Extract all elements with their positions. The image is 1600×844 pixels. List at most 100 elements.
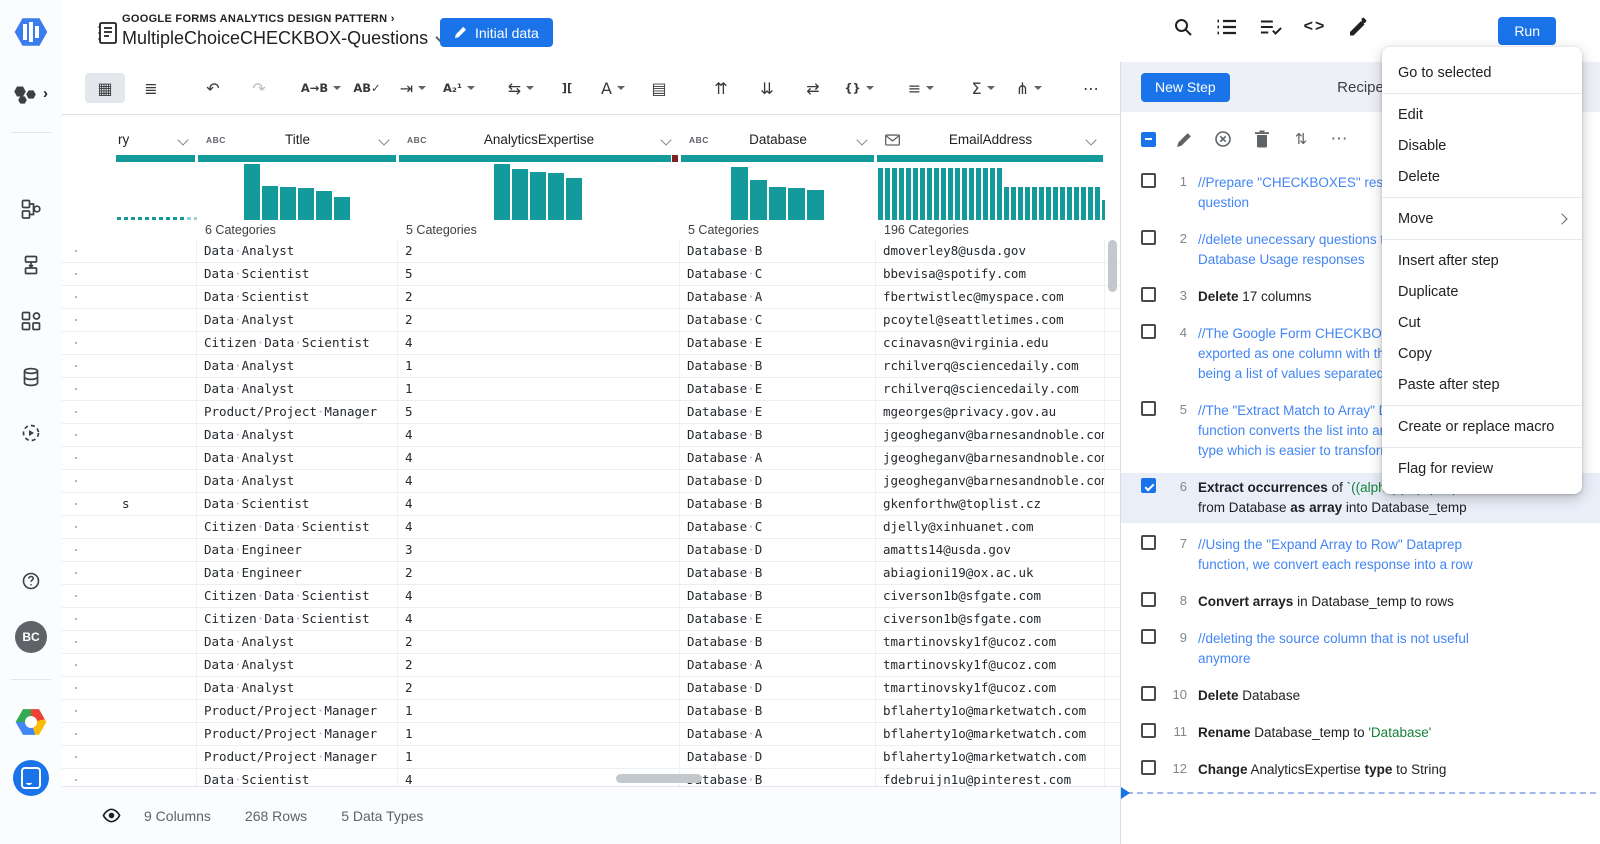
menu-item-flag-for-review[interactable]: Flag for review (1382, 453, 1582, 484)
histogram-bar[interactable] (934, 168, 939, 220)
histogram-bar[interactable] (1025, 187, 1030, 220)
flow-view-nav-icon[interactable] (0, 181, 62, 237)
step-text[interactable]: Convert arrays in Database_temp to rows (1198, 592, 1592, 612)
recipe-step-10[interactable]: 10Delete Database (1121, 681, 1600, 711)
cell-title[interactable]: Data·Analyst (197, 240, 398, 262)
histogram-bar[interactable] (1046, 187, 1051, 220)
google-cloud-logo-icon[interactable] (0, 694, 62, 750)
histogram-bar[interactable] (750, 180, 767, 220)
cell-email[interactable]: abiagioni19@ox.ac.uk (876, 562, 1105, 584)
table-row[interactable]: Data·Analyst2Database·Dtmartinovsky1f@uc… (62, 677, 1120, 700)
cell-email[interactable]: dmoverley8@usda.gov (876, 240, 1105, 262)
table-row[interactable]: Data·Scientist2Database·Afbertwistlec@my… (62, 286, 1120, 309)
step-insertion-cursor[interactable] (1127, 792, 1596, 794)
histogram-bar[interactable] (1081, 187, 1086, 220)
cell-title[interactable]: Data·Scientist (197, 769, 398, 786)
histogram-bar[interactable] (1088, 187, 1093, 220)
histogram-bar[interactable] (1039, 187, 1044, 220)
plan-nav-icon[interactable] (0, 237, 62, 293)
histogram-bar[interactable] (1067, 187, 1072, 220)
histogram-bar[interactable] (878, 168, 883, 220)
step-checkbox[interactable] (1141, 535, 1156, 550)
cell-analytics[interactable]: 2 (398, 240, 680, 262)
cell-title[interactable]: Data·Analyst (197, 470, 398, 492)
join-button[interactable]: ⋔ (1009, 73, 1049, 103)
cell-analytics[interactable]: 4 (398, 332, 680, 354)
histogram-bar[interactable] (948, 168, 953, 220)
eyedropper-icon[interactable] (1348, 16, 1370, 38)
menu-item-disable[interactable]: Disable (1382, 130, 1582, 161)
more-step-actions-icon[interactable]: ⋯ (1329, 128, 1351, 150)
table-row[interactable]: Data·Analyst4Database·Djgeogheganv@barne… (62, 470, 1120, 493)
data-nav-icon[interactable] (0, 349, 62, 405)
cell-col0[interactable]: s (115, 493, 197, 515)
histogram-bar[interactable] (913, 168, 918, 220)
column-histogram[interactable] (398, 162, 680, 220)
cell-database[interactable]: Database·B (680, 240, 876, 262)
cell-col0[interactable] (115, 447, 197, 469)
histogram-bar[interactable] (807, 190, 824, 220)
histogram-bar[interactable] (262, 186, 278, 220)
histogram-bar[interactable] (1004, 187, 1009, 220)
cell-analytics[interactable]: 3 (398, 539, 680, 561)
step-checkbox[interactable] (1141, 401, 1156, 416)
cell-email[interactable]: gkenforthw@toplist.cz (876, 493, 1105, 515)
transpose-button[interactable]: ⇄ (793, 73, 833, 103)
cell-email[interactable]: mgeorges@privacy.gov.au (876, 401, 1105, 423)
cell-col0[interactable] (115, 286, 197, 308)
cell-col0[interactable] (115, 516, 197, 538)
menu-item-duplicate[interactable]: Duplicate (1382, 276, 1582, 307)
edit-step-icon[interactable] (1173, 128, 1195, 150)
cell-analytics[interactable]: 4 (398, 470, 680, 492)
cell-database[interactable]: Database·C (680, 516, 876, 538)
redo-button[interactable]: ↷ (239, 73, 279, 103)
cell-title[interactable]: Citizen·Data·Scientist (197, 516, 398, 538)
histogram-bar[interactable] (1018, 187, 1023, 220)
table-row[interactable]: Data·Analyst2Database·Atmartinovsky1f@uc… (62, 654, 1120, 677)
cell-col0[interactable] (115, 332, 197, 354)
cell-database[interactable]: Database·D (680, 677, 876, 699)
chat-support-icon[interactable] (0, 750, 62, 806)
histogram-bar[interactable] (145, 217, 149, 220)
histogram-bar[interactable] (1011, 187, 1016, 220)
table-row[interactable]: Product/Project·Manager1Database·Bbflahe… (62, 700, 1120, 723)
recipe-step-11[interactable]: 11Rename Database_temp to 'Database' (1121, 718, 1600, 748)
steps-check-icon[interactable] (1260, 16, 1282, 38)
menu-item-insert-after-step[interactable]: Insert after step (1382, 245, 1582, 276)
select-all-steps-checkbox[interactable] (1141, 132, 1156, 147)
cell-email[interactable]: jgeogheganv@barnesandnoble.com (876, 424, 1105, 446)
histogram-bar[interactable] (976, 168, 981, 220)
cell-database[interactable]: Database·B (680, 700, 876, 722)
menu-item-go-to-selected[interactable]: Go to selected (1382, 57, 1582, 88)
histogram-bar[interactable] (530, 172, 546, 220)
histogram-bar[interactable] (1060, 187, 1065, 220)
cell-col0[interactable] (115, 677, 197, 699)
cell-database[interactable]: Database·A (680, 723, 876, 745)
table-row[interactable]: Data·Scientist5Database·Cbbevisa@spotify… (62, 263, 1120, 286)
delete-step-icon[interactable] (1251, 128, 1273, 150)
cell-title[interactable]: Data·Analyst (197, 378, 398, 400)
step-checkbox[interactable] (1141, 686, 1156, 701)
cell-email[interactable]: tmartinovsky1f@ucoz.com (876, 677, 1105, 699)
histogram-bar[interactable] (166, 217, 170, 220)
help-icon[interactable] (0, 553, 62, 609)
cell-analytics[interactable]: 1 (398, 378, 680, 400)
cell-analytics[interactable]: 5 (398, 263, 680, 285)
histogram-bar[interactable] (187, 217, 191, 220)
undo-button[interactable]: ↶ (193, 73, 233, 103)
histogram-bar[interactable] (969, 168, 974, 220)
table-row[interactable]: Data·Engineer2Database·Babiagioni19@ox.a… (62, 562, 1120, 585)
cell-title[interactable]: Data·Analyst (197, 309, 398, 331)
cell-analytics[interactable]: 2 (398, 654, 680, 676)
cell-analytics[interactable]: 4 (398, 424, 680, 446)
step-checkbox[interactable] (1141, 324, 1156, 339)
cell-email[interactable]: amatts14@usda.gov (876, 539, 1105, 561)
cell-email[interactable]: djelly@xinhuanet.com (876, 516, 1105, 538)
cell-email[interactable]: fdebruijn1u@pinterest.com (876, 769, 1105, 786)
cell-email[interactable]: bbevisa@spotify.com (876, 263, 1105, 285)
histogram-bar[interactable] (962, 168, 967, 220)
cell-title[interactable]: Data·Analyst (197, 355, 398, 377)
histogram-bar[interactable] (159, 217, 163, 220)
histogram-bar[interactable] (244, 164, 260, 220)
cell-analytics[interactable]: 4 (398, 585, 680, 607)
